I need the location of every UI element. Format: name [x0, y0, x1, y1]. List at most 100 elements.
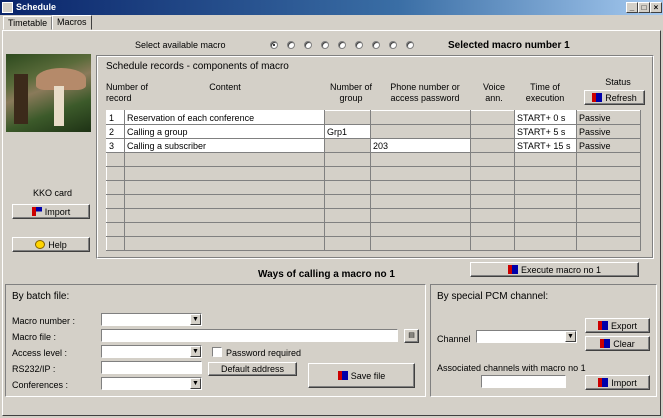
execute-macro-button[interactable]: Execute macro no 1 [470, 262, 639, 277]
macro-file-field[interactable] [101, 329, 398, 342]
cell-voice[interactable] [470, 152, 515, 167]
table-row[interactable]: 1 Reservation of each conference START+ 0 … [106, 110, 641, 125]
cell-voice[interactable] [470, 124, 515, 139]
cell-num[interactable] [106, 152, 125, 167]
cell-voice[interactable] [470, 180, 515, 195]
macro-radio-7[interactable] [372, 41, 380, 49]
cell-group[interactable]: Grp1 [324, 124, 371, 139]
cell-phone[interactable] [370, 166, 471, 181]
cell-group[interactable] [324, 110, 371, 125]
cell-phone[interactable] [370, 110, 471, 125]
cell-phone[interactable] [370, 124, 471, 139]
rs232-field[interactable] [101, 361, 202, 374]
macro-radio-4[interactable] [321, 41, 329, 49]
cell-voice[interactable] [470, 208, 515, 223]
conferences-select[interactable]: ▼ [101, 377, 202, 390]
cell-content[interactable] [124, 166, 325, 181]
table-row[interactable]: 2 Calling a group Grp1 START+ 5 s Passive [106, 124, 641, 139]
cell-time[interactable] [514, 222, 577, 237]
table-row[interactable] [106, 152, 641, 167]
table-row[interactable] [106, 194, 641, 209]
macro-radio-2[interactable] [287, 41, 295, 49]
kko-import-button[interactable]: Import [12, 204, 90, 219]
maximize-button[interactable]: □ [638, 2, 650, 13]
cell-voice[interactable] [470, 222, 515, 237]
table-row[interactable] [106, 236, 641, 251]
browse-file-button[interactable]: ▤ [404, 329, 419, 343]
cell-status[interactable] [576, 194, 641, 209]
access-level-select[interactable]: ▼ [101, 345, 202, 358]
macro-number-select[interactable]: ▼ [101, 313, 202, 326]
password-required-checkbox[interactable] [212, 347, 222, 357]
cell-time[interactable]: START+ 0 s [514, 110, 577, 125]
cell-content[interactable]: Calling a group [124, 124, 325, 139]
cell-time[interactable]: START+ 5 s [514, 124, 577, 139]
cell-status[interactable] [576, 208, 641, 223]
cell-voice[interactable] [470, 110, 515, 125]
cell-content[interactable] [124, 208, 325, 223]
cell-voice[interactable] [470, 194, 515, 209]
cell-num[interactable]: 2 [106, 124, 125, 139]
cell-time[interactable] [514, 180, 577, 195]
cell-phone[interactable] [370, 180, 471, 195]
cell-phone[interactable] [370, 236, 471, 251]
tab-timetable[interactable]: Timetable [3, 16, 53, 30]
cell-content[interactable]: Reservation of each conference [124, 110, 325, 125]
help-button[interactable]: Help [12, 237, 90, 252]
cell-status[interactable] [576, 222, 641, 237]
cell-voice[interactable] [470, 138, 515, 153]
cell-time[interactable] [514, 208, 577, 223]
macro-radio-8[interactable] [389, 41, 397, 49]
clear-button[interactable]: Clear [585, 336, 650, 351]
cell-status[interactable] [576, 152, 641, 167]
cell-num[interactable] [106, 222, 125, 237]
cell-time[interactable] [514, 194, 577, 209]
cell-group[interactable] [324, 152, 371, 167]
cell-group[interactable] [324, 166, 371, 181]
close-button[interactable]: × [650, 2, 662, 13]
cell-status[interactable]: Passive [576, 138, 641, 153]
table-row[interactable] [106, 166, 641, 181]
cell-voice[interactable] [470, 166, 515, 181]
cell-status[interactable] [576, 166, 641, 181]
export-button[interactable]: Export [585, 318, 650, 333]
cell-voice[interactable] [470, 236, 515, 251]
tab-macros[interactable]: Macros [52, 15, 92, 30]
assoc-channels-field[interactable] [481, 375, 566, 388]
cell-content[interactable] [124, 152, 325, 167]
cell-num[interactable]: 1 [106, 110, 125, 125]
table-row[interactable] [106, 208, 641, 223]
macro-radio-9[interactable] [406, 41, 414, 49]
refresh-button[interactable]: Refresh [584, 90, 645, 105]
cell-time[interactable] [514, 152, 577, 167]
cell-phone[interactable] [370, 194, 471, 209]
cell-group[interactable] [324, 236, 371, 251]
save-file-button[interactable]: Save file [308, 363, 415, 388]
cell-status[interactable] [576, 236, 641, 251]
cell-content[interactable] [124, 180, 325, 195]
default-address-button[interactable]: Default address [208, 362, 297, 376]
cell-num[interactable]: 3 [106, 138, 125, 153]
cell-content[interactable]: Calling a subscriber [124, 138, 325, 153]
cell-time[interactable]: START+ 15 s [514, 138, 577, 153]
cell-phone[interactable] [370, 208, 471, 223]
cell-status[interactable]: Passive [576, 124, 641, 139]
cell-phone[interactable] [370, 152, 471, 167]
cell-num[interactable] [106, 208, 125, 223]
cell-phone[interactable] [370, 222, 471, 237]
cell-content[interactable] [124, 236, 325, 251]
macro-radio-5[interactable] [338, 41, 346, 49]
cell-num[interactable] [106, 236, 125, 251]
macro-radio-1[interactable] [270, 41, 278, 49]
cell-group[interactable] [324, 180, 371, 195]
minimize-button[interactable]: _ [626, 2, 638, 13]
cell-num[interactable] [106, 180, 125, 195]
macro-radio-3[interactable] [304, 41, 312, 49]
cell-group[interactable] [324, 194, 371, 209]
macro-radio-6[interactable] [355, 41, 363, 49]
channel-select[interactable]: ▼ [476, 330, 577, 343]
cell-status[interactable] [576, 180, 641, 195]
table-row[interactable] [106, 180, 641, 195]
cell-content[interactable] [124, 222, 325, 237]
cell-group[interactable] [324, 138, 371, 153]
